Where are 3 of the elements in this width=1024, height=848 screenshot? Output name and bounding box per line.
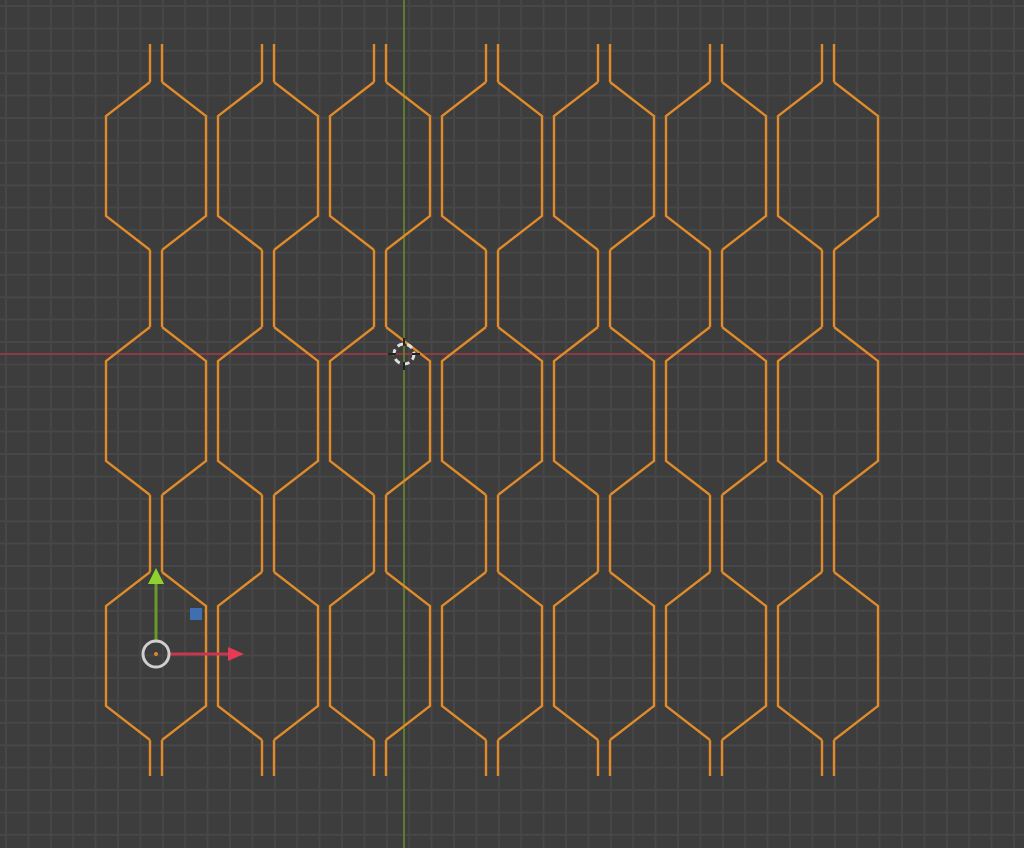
hexagon-mesh-drawing[interactable] bbox=[104, 42, 880, 778]
3d-cursor-icon[interactable] bbox=[387, 337, 421, 371]
transform-gizmo-drawing[interactable] bbox=[141, 568, 244, 669]
